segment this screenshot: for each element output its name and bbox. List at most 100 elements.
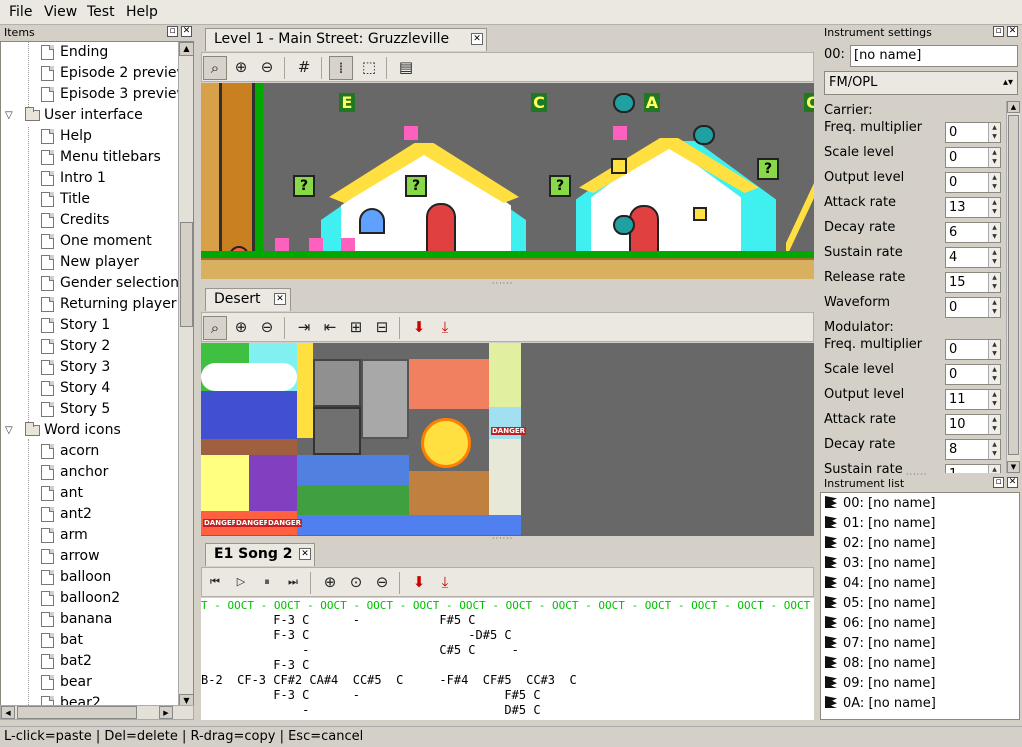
close-icon[interactable]: ✕ xyxy=(1007,26,1018,37)
tree-item[interactable]: Episode 3 preview xyxy=(1,84,188,105)
import-icon[interactable]: ⬇ xyxy=(407,571,431,595)
tree-hscroll-thumb[interactable] xyxy=(17,706,137,719)
tree-item[interactable]: Story 3 xyxy=(1,357,177,378)
instrument-list-item[interactable]: 06: [no name] xyxy=(821,614,935,634)
spin-arrows-icon[interactable]: ▲▼ xyxy=(988,440,1000,459)
layers-icon[interactable]: ▤ xyxy=(394,56,418,80)
zoom-out-icon[interactable]: ⊖ xyxy=(255,316,279,340)
splitter-grip[interactable]: ······ xyxy=(492,279,513,288)
tree-item[interactable]: Returning player xyxy=(1,294,177,315)
tree-item[interactable]: Help xyxy=(1,126,177,147)
settings-scroll-thumb[interactable] xyxy=(1008,115,1019,455)
spin-arrows-icon[interactable]: ▲▼ xyxy=(988,223,1000,242)
tree-item[interactable]: ant xyxy=(1,483,177,504)
zoom-in-icon[interactable]: ⊕ xyxy=(229,56,253,80)
modulator-param-spinbox[interactable]: 10 ▲ ▼ xyxy=(945,414,1001,435)
zoom-out-icon[interactable]: ⊖ xyxy=(255,56,279,80)
tree-item[interactable]: Episode 2 preview xyxy=(1,63,188,84)
tree-item[interactable]: bat2 xyxy=(1,651,177,672)
instrument-list-item[interactable]: 07: [no name] xyxy=(821,634,935,654)
instrument-list-item[interactable]: 04: [no name] xyxy=(821,574,935,594)
zoom-out-icon[interactable]: ⊖ xyxy=(370,571,394,595)
spin-arrows-icon[interactable]: ▲▼ xyxy=(988,465,1000,473)
fast-forward-icon[interactable]: ⏭ xyxy=(281,571,305,595)
tab-desert[interactable]: Desert ✕ xyxy=(205,288,291,311)
carrier-param-spinbox[interactable]: 0 ▲ ▼ xyxy=(945,122,1001,143)
menu-file[interactable]: File xyxy=(9,4,32,20)
float-icon[interactable]: ▫ xyxy=(993,26,1004,37)
instrument-list-item[interactable]: 08: [no name] xyxy=(821,654,935,674)
tree-item[interactable]: Ending xyxy=(1,42,177,63)
instrument-list-item[interactable]: 02: [no name] xyxy=(821,534,935,554)
tree-hscroll[interactable]: ◀ ▶ xyxy=(0,705,194,720)
instrument-type-select[interactable]: FM/OPL ▴▾ xyxy=(824,71,1018,95)
tree-item[interactable]: balloon xyxy=(1,567,177,588)
tree-item[interactable]: arrow xyxy=(1,546,177,567)
tree-item[interactable]: Intro 1 xyxy=(1,168,177,189)
tree-item[interactable]: Story 1 xyxy=(1,315,177,336)
tree-item[interactable]: Story 2 xyxy=(1,336,177,357)
float-icon[interactable]: ▫ xyxy=(167,26,178,37)
pause-icon[interactable]: ⏸ xyxy=(255,571,279,595)
export-icon[interactable]: ⤓ xyxy=(433,316,457,340)
scroll-up-icon[interactable]: ▲ xyxy=(1007,101,1020,113)
tree-item[interactable]: bat xyxy=(1,630,177,651)
close-icon[interactable]: ✕ xyxy=(181,26,192,37)
splitter-grip[interactable]: ······ xyxy=(492,534,513,543)
tree-item[interactable]: Menu titlebars xyxy=(1,147,177,168)
instrument-list-item[interactable]: 00: [no name] xyxy=(821,494,935,514)
play-icon[interactable]: ▷ xyxy=(229,571,253,595)
carrier-param-spinbox[interactable]: 0 ▲ ▼ xyxy=(945,297,1001,318)
zoom-fit-icon[interactable]: ⌕ xyxy=(203,316,227,340)
settings-vscroll[interactable]: ▲ ▼ xyxy=(1006,101,1020,473)
level-canvas[interactable]: ? ? ? ? E C A C xyxy=(201,83,814,279)
split-icon[interactable]: ⊞ xyxy=(344,316,368,340)
modulator-param-spinbox[interactable]: 8 ▲ ▼ xyxy=(945,439,1001,460)
tree-item[interactable]: bear xyxy=(1,672,177,693)
expand-toggle-icon[interactable]: ▽ xyxy=(5,420,13,441)
instrument-list-item[interactable]: 01: [no name] xyxy=(821,514,935,534)
tree-item[interactable]: balloon2 xyxy=(1,588,177,609)
carrier-param-spinbox[interactable]: 0 ▲ ▼ xyxy=(945,172,1001,193)
select-area-icon[interactable]: ⬚ xyxy=(357,56,381,80)
menu-test[interactable]: Test xyxy=(87,4,115,20)
zoom-fit-icon[interactable]: ⌕ xyxy=(203,56,227,80)
carrier-param-spinbox[interactable]: 6 ▲ ▼ xyxy=(945,222,1001,243)
tree-item[interactable]: One moment xyxy=(1,231,177,252)
zoom-reset-icon[interactable]: ⊙ xyxy=(344,571,368,595)
spin-arrows-icon[interactable]: ▲▼ xyxy=(988,148,1000,167)
spin-arrows-icon[interactable]: ▲▼ xyxy=(988,390,1000,409)
modulator-param-spinbox[interactable]: 1 ▲▼ xyxy=(945,464,1001,473)
width-decrease-icon[interactable]: ⇤ xyxy=(318,316,342,340)
tree-item[interactable]: Gender selection xyxy=(1,273,179,294)
song-pattern[interactable]: T - OOCT - OOCT - OOCT - OOCT - OOCT - O… xyxy=(201,598,814,720)
tree-vscroll[interactable]: ▲ ▼ xyxy=(178,42,193,706)
tree-item[interactable]: arm xyxy=(1,525,177,546)
tree-item[interactable]: New player xyxy=(1,252,177,273)
spin-arrows-icon[interactable]: ▲▼ xyxy=(988,340,1000,359)
tree-item[interactable]: Story 4 xyxy=(1,378,177,399)
instrument-name-input[interactable]: [no name] xyxy=(850,45,1018,67)
scroll-left-icon[interactable]: ◀ xyxy=(1,706,15,719)
carrier-param-spinbox[interactable]: 0 ▲ ▼ xyxy=(945,147,1001,168)
tree-item[interactable]: anchor xyxy=(1,462,177,483)
menu-view[interactable]: View xyxy=(44,4,77,20)
spin-arrows-icon[interactable]: ▲▼ xyxy=(988,173,1000,192)
export-icon[interactable]: ⤓ xyxy=(433,571,457,595)
modulator-param-spinbox[interactable]: 0 ▲ ▼ xyxy=(945,364,1001,385)
close-icon[interactable]: ✕ xyxy=(274,293,286,305)
spin-arrows-icon[interactable]: ▲▼ xyxy=(988,415,1000,434)
import-icon[interactable]: ⬇ xyxy=(407,316,431,340)
tree-folder[interactable]: ▽ User interface xyxy=(1,105,177,126)
carrier-param-spinbox[interactable]: 4 ▲ ▼ xyxy=(945,247,1001,268)
tree-item[interactable]: acorn xyxy=(1,441,177,462)
spin-arrows-icon[interactable]: ▲▼ xyxy=(988,198,1000,217)
instrument-list-item[interactable]: 0A: [no name] xyxy=(821,694,936,714)
tree-item[interactable]: Credits xyxy=(1,210,177,231)
tree-folder[interactable]: ▽ Word icons xyxy=(1,420,177,441)
spin-arrows-icon[interactable]: ▲▼ xyxy=(988,248,1000,267)
expand-toggle-icon[interactable]: ▽ xyxy=(5,105,13,126)
width-increase-icon[interactable]: ⇥ xyxy=(292,316,316,340)
instrument-list-item[interactable]: 09: [no name] xyxy=(821,674,935,694)
merge-icon[interactable]: ⊟ xyxy=(370,316,394,340)
